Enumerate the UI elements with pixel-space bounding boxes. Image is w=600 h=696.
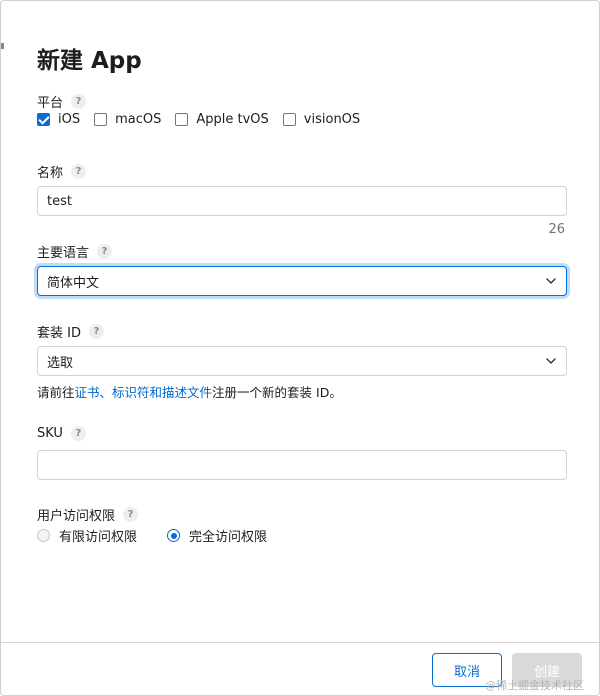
access-options: 有限访问权限 完全访问权限 bbox=[37, 526, 297, 545]
ios-checkbox[interactable] bbox=[37, 113, 50, 126]
access-option-full[interactable]: 完全访问权限 bbox=[167, 526, 267, 545]
platform-option-visionos[interactable]: visionOS bbox=[282, 112, 361, 127]
platform-option-macos[interactable]: macOS bbox=[94, 112, 161, 127]
sku-label-row: SKU ? bbox=[37, 426, 86, 441]
sku-label: SKU bbox=[37, 426, 63, 441]
full-access-label: 完全访问权限 bbox=[189, 530, 268, 545]
sku-help-icon[interactable]: ? bbox=[70, 426, 86, 441]
name-label-row: 名称 ? bbox=[37, 162, 87, 181]
platform-help-icon[interactable]: ? bbox=[71, 94, 87, 109]
visionos-checkbox[interactable] bbox=[282, 113, 296, 126]
name-input-value: test bbox=[47, 193, 72, 209]
bundle-hint: 请前往证书、标识符和描述文件注册一个新的套装 ID。 bbox=[37, 382, 342, 401]
ios-label: iOS bbox=[58, 112, 81, 127]
limited-access-radio[interactable] bbox=[37, 529, 50, 542]
language-selected-value: 简体中文 bbox=[47, 275, 100, 291]
bundle-selected-value: 选取 bbox=[47, 355, 74, 371]
tvos-checkbox[interactable] bbox=[175, 113, 189, 126]
chevron-down-icon bbox=[546, 358, 556, 364]
language-label-row: 主要语言 ? bbox=[37, 242, 113, 261]
language-select[interactable]: 简体中文 bbox=[37, 266, 567, 296]
bundle-label-row: 套装 ID ? bbox=[37, 322, 104, 341]
language-label: 主要语言 bbox=[37, 246, 90, 261]
sku-input[interactable] bbox=[37, 450, 567, 480]
bundle-hint-prefix: 请前往 bbox=[37, 385, 75, 400]
new-app-dialog: 新建 App 平台 ? iOS macOS Apple tvOS visionO… bbox=[0, 0, 600, 696]
platform-options: iOS macOS Apple tvOS visionOS bbox=[37, 112, 374, 127]
visionos-label: visionOS bbox=[303, 112, 361, 127]
platform-label-row: 平台 ? bbox=[37, 92, 87, 111]
platform-option-tvos[interactable]: Apple tvOS bbox=[175, 112, 269, 127]
access-label: 用户访问权限 bbox=[37, 509, 116, 524]
tvos-label: Apple tvOS bbox=[196, 112, 269, 127]
footer-divider bbox=[1, 642, 600, 643]
watermark-text: @稀土掘金技术社区 bbox=[485, 679, 584, 692]
chevron-down-icon bbox=[546, 278, 556, 284]
full-access-radio[interactable] bbox=[167, 529, 181, 542]
bundle-hint-suffix: 注册一个新的套装 ID。 bbox=[212, 385, 342, 400]
name-char-counter: 26 bbox=[548, 222, 565, 237]
dialog-title: 新建 App bbox=[37, 48, 142, 74]
name-help-icon[interactable]: ? bbox=[71, 164, 87, 179]
limited-access-label: 有限访问权限 bbox=[59, 530, 138, 545]
access-help-icon[interactable]: ? bbox=[123, 507, 139, 522]
bundle-label: 套装 ID bbox=[37, 326, 81, 341]
platform-option-ios[interactable]: iOS bbox=[37, 112, 80, 127]
macos-label: macOS bbox=[115, 112, 162, 127]
name-input[interactable]: test bbox=[37, 186, 567, 216]
bundle-id-select[interactable]: 选取 bbox=[37, 346, 567, 376]
certificates-link[interactable]: 证书、标识符和描述文件 bbox=[75, 385, 213, 400]
macos-checkbox[interactable] bbox=[94, 113, 108, 126]
language-help-icon[interactable]: ? bbox=[97, 244, 113, 259]
bundle-help-icon[interactable]: ? bbox=[88, 324, 104, 339]
access-option-limited[interactable]: 有限访问权限 bbox=[37, 526, 137, 545]
platform-label: 平台 bbox=[37, 96, 64, 111]
name-label: 名称 bbox=[37, 166, 64, 181]
access-label-row: 用户访问权限 ? bbox=[37, 505, 139, 524]
window-edge-mark bbox=[1, 43, 4, 49]
